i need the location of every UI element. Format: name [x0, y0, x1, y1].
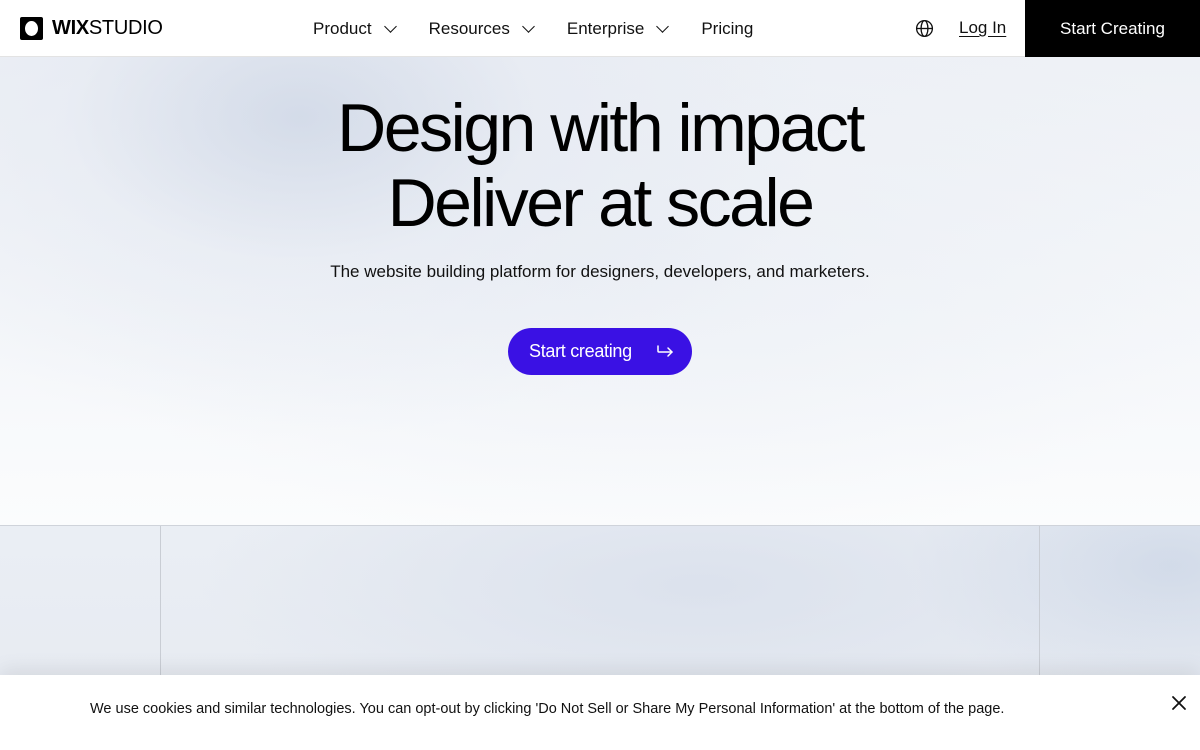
nav-item-product[interactable]: Product	[313, 18, 397, 39]
logo-text-bold: WIX	[52, 17, 89, 39]
close-icon[interactable]	[1170, 694, 1188, 712]
chevron-down-icon	[656, 19, 670, 33]
main-nav: Product Resources Enterprise Pricing	[313, 0, 787, 57]
nav-item-pricing[interactable]: Pricing	[701, 19, 753, 39]
logo-text-light: STUDIO	[88, 17, 163, 39]
nav-item-enterprise[interactable]: Enterprise	[566, 18, 670, 39]
start-creating-button[interactable]: Start creating	[508, 328, 692, 375]
cookie-banner-text: We use cookies and similar technologies.…	[90, 701, 1005, 717]
wix-logo-icon	[20, 16, 43, 40]
cookie-banner: We use cookies and similar technologies.…	[0, 675, 1200, 750]
hero-section: Design with impact Deliver at scale The …	[0, 57, 1200, 526]
start-creating-button-label: Start creating	[529, 341, 632, 361]
login-link[interactable]: Log In	[959, 18, 1006, 38]
wix-studio-logo[interactable]: WIXSTUDIO	[20, 16, 163, 40]
arrow-right-icon	[657, 345, 673, 357]
nav-item-label: Resources	[428, 18, 510, 38]
hero-title: Design with impact Deliver at scale	[0, 91, 1200, 241]
hero-title-line-2: Deliver at scale	[387, 165, 815, 241]
site-header: WIXSTUDIO Product Resources Enterprise P…	[0, 0, 1200, 57]
nav-item-label: Enterprise	[566, 18, 645, 38]
chevron-down-icon	[383, 19, 397, 33]
logo-text: WIXSTUDIO	[52, 18, 163, 38]
hero-title-line-1: Design with impact	[337, 90, 865, 166]
globe-icon[interactable]	[915, 19, 934, 38]
hero-subtitle: The website building platform for design…	[330, 262, 870, 281]
nav-item-label: Pricing	[701, 18, 754, 38]
nav-item-label: Product	[313, 18, 372, 38]
start-creating-header-button[interactable]: Start Creating	[1025, 0, 1200, 57]
nav-item-resources[interactable]: Resources	[428, 18, 535, 39]
chevron-down-icon	[521, 19, 535, 33]
